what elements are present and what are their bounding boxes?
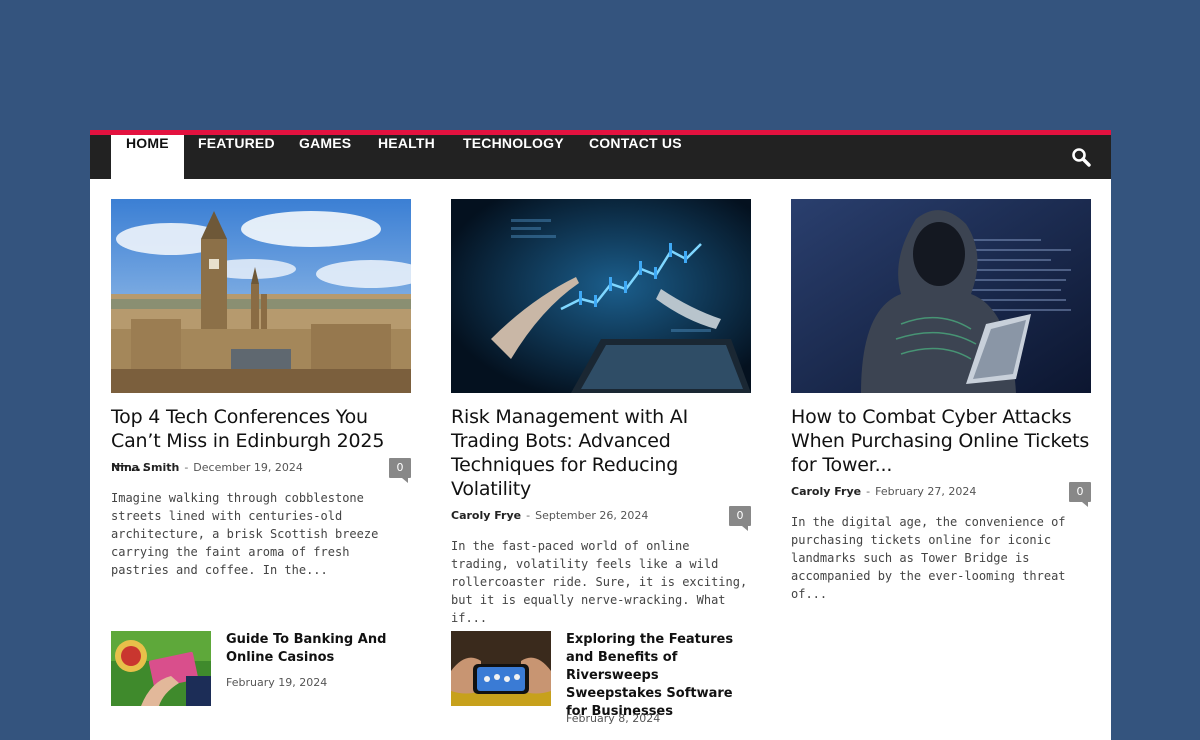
comment-count-badge[interactable]: 0 <box>1069 482 1091 507</box>
post-author[interactable]: Nina Smith <box>111 461 179 474</box>
post-date: December 19, 2024 <box>193 461 303 474</box>
small-post-thumbnail-riversweeps[interactable] <box>451 631 551 706</box>
post-thumbnail-ai-trading[interactable] <box>451 199 751 393</box>
post-meta: Caroly Frye - September 26, 2024 <box>451 509 648 522</box>
tab-featured[interactable]: FEATURED <box>198 135 275 179</box>
comment-count-badge[interactable]: 0 <box>389 458 411 483</box>
tab-technology[interactable]: TECHNOLOGY <box>463 135 564 179</box>
small-post-title[interactable]: Guide To Banking And Online Casinos <box>226 631 411 667</box>
main-nav: HOME FEATURED GAMES HEALTH TECHNOLOGY CO… <box>90 135 1111 179</box>
post-title[interactable]: Risk Management with AI Trading Bots: Ad… <box>451 405 751 501</box>
post-meta: Nina Smith - December 19, 2024 <box>111 461 303 474</box>
comment-count-badge[interactable]: 0 <box>729 506 751 531</box>
meta-separator: - <box>526 509 531 522</box>
post-date: September 26, 2024 <box>535 509 649 522</box>
small-post-thumbnail-casino[interactable] <box>111 631 211 706</box>
post-date: February 27, 2024 <box>875 485 977 498</box>
post-meta: Caroly Frye - February 27, 2024 <box>791 485 976 498</box>
post-author[interactable]: Caroly Frye <box>451 509 521 522</box>
post-excerpt: In the digital age, the convenience of p… <box>791 515 1066 601</box>
post-title[interactable]: How to Combat Cyber Attacks When Purchas… <box>791 405 1091 477</box>
small-post-date: February 8, 2024 <box>566 712 661 725</box>
tab-health[interactable]: HEALTH <box>378 135 435 179</box>
small-post-date: February 19, 2024 <box>226 676 328 689</box>
small-post-title[interactable]: Exploring the Features and Benefits of R… <box>566 631 751 721</box>
search-icon[interactable] <box>1071 147 1091 167</box>
page-container: HOME FEATURED GAMES HEALTH TECHNOLOGY CO… <box>90 130 1111 740</box>
post-thumbnail-edinburgh[interactable] <box>111 199 411 393</box>
post-thumbnail-cyber-attack[interactable] <box>791 199 1091 393</box>
tab-home[interactable]: HOME <box>111 135 184 179</box>
meta-separator: - <box>866 485 871 498</box>
post-author[interactable]: Caroly Frye <box>791 485 861 498</box>
tab-games[interactable]: GAMES <box>299 135 351 179</box>
post-excerpt: In the fast-paced world of online tradin… <box>451 539 748 625</box>
meta-separator: - <box>184 461 189 474</box>
tab-contact-us[interactable]: CONTACT US <box>589 135 682 179</box>
post-excerpt: Imagine walking through cobblestone stre… <box>111 491 379 577</box>
